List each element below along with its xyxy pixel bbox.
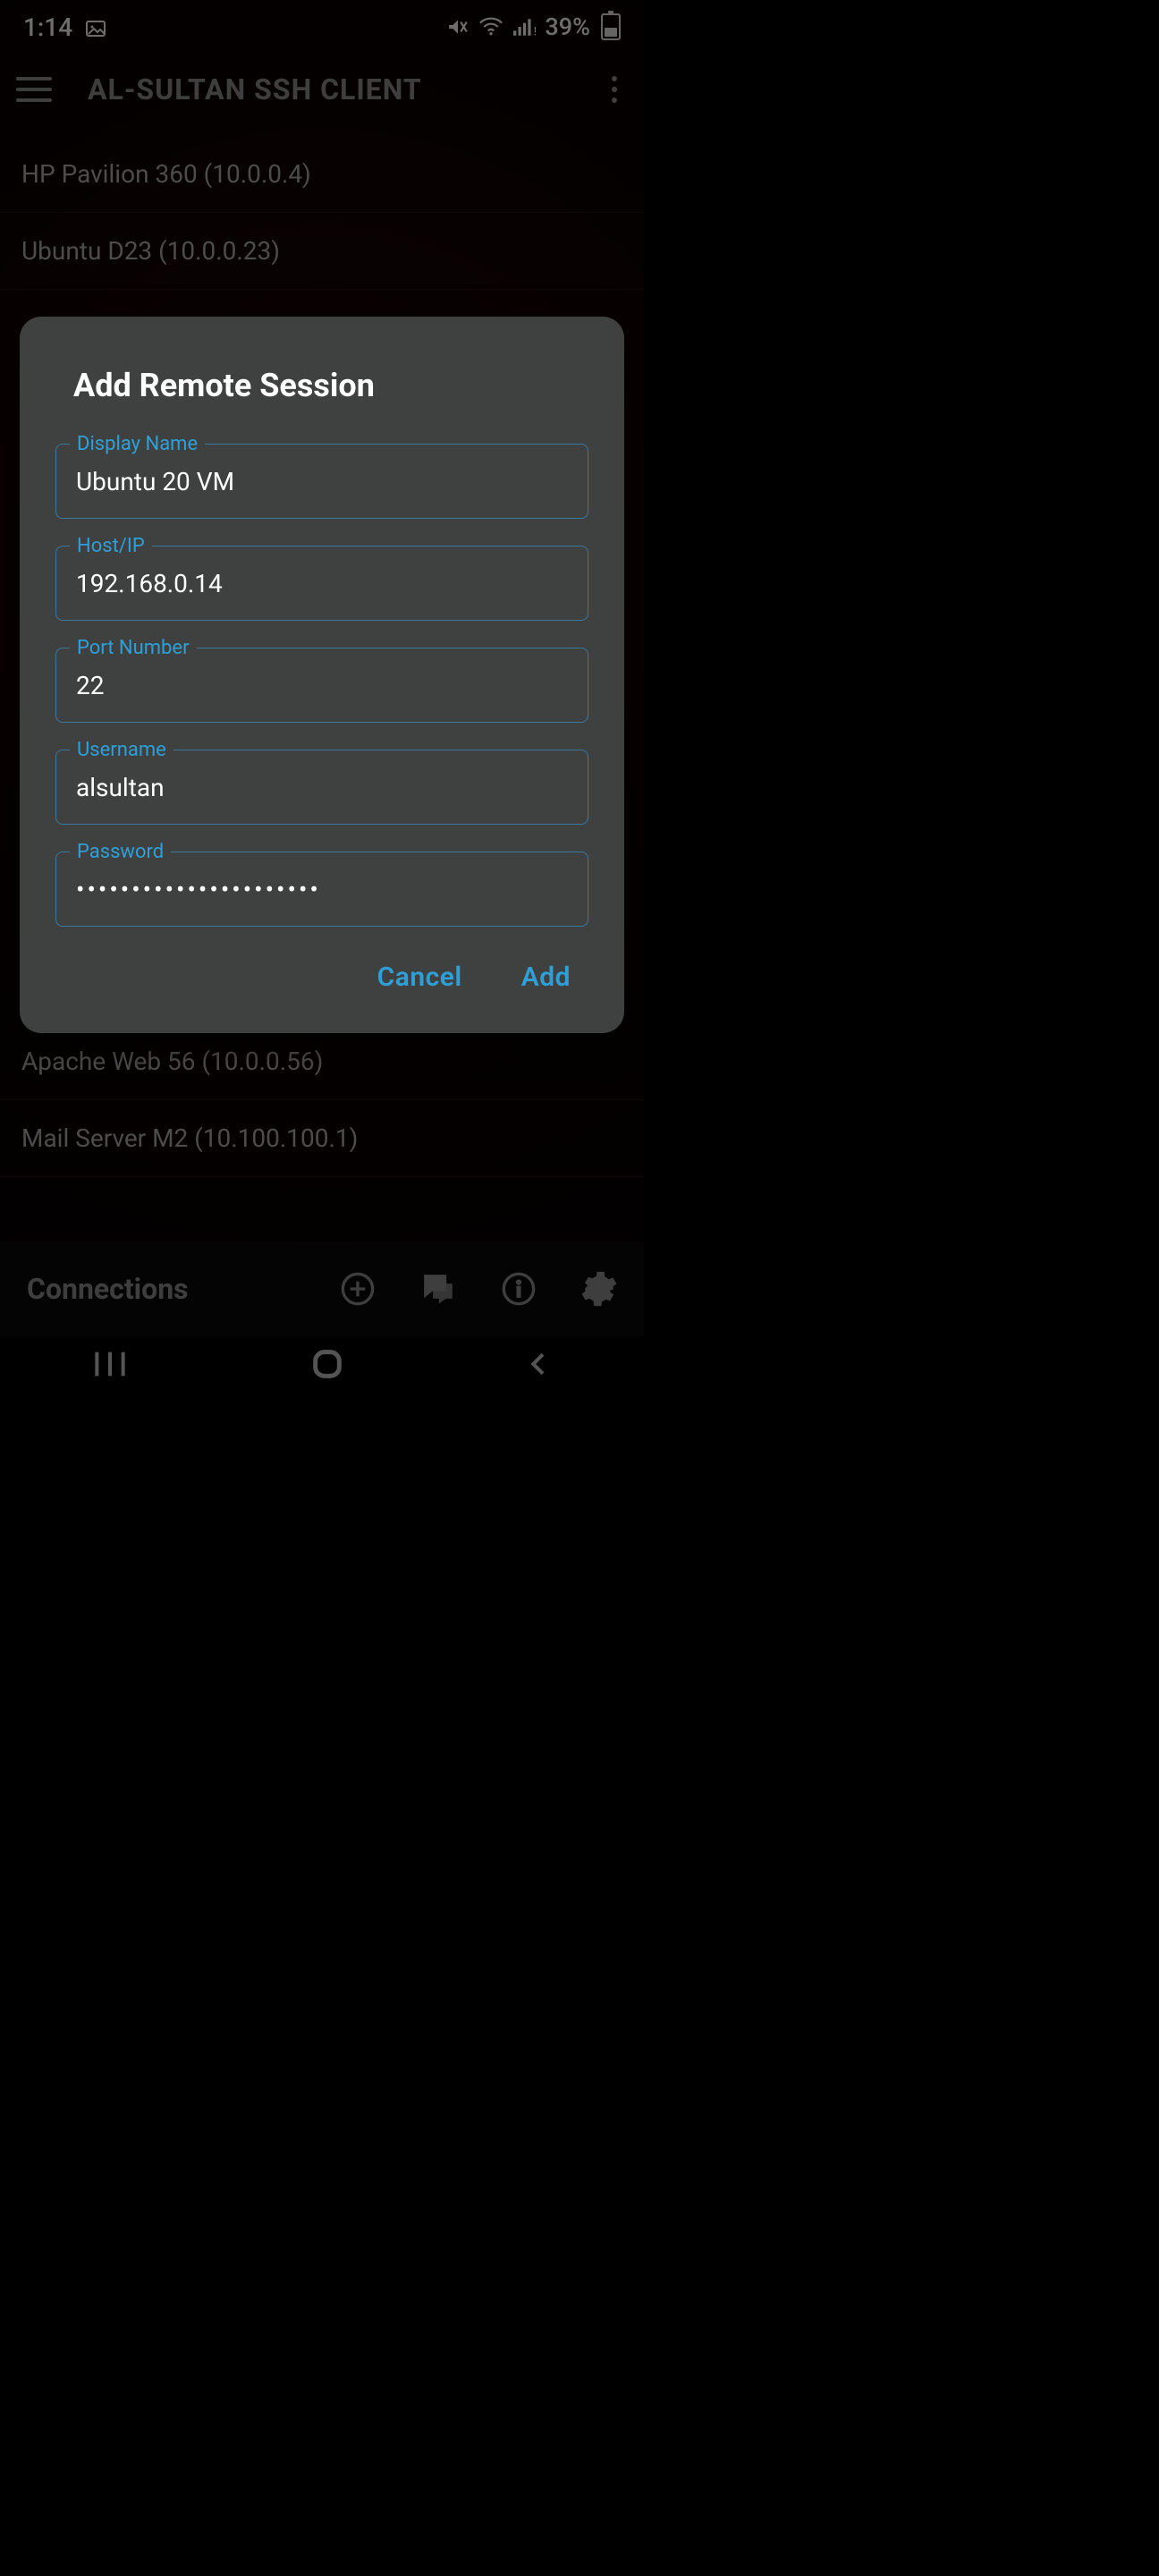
port-label: Port Number bbox=[70, 637, 197, 659]
dialog-title: Add Remote Session bbox=[73, 367, 588, 404]
username-label: Username bbox=[70, 739, 173, 761]
display-name-label: Display Name bbox=[70, 433, 205, 455]
add-session-dialog: Add Remote Session Display Name Host/IP … bbox=[20, 317, 624, 1033]
host-label: Host/IP bbox=[70, 535, 152, 557]
cancel-button[interactable]: Cancel bbox=[372, 961, 468, 994]
host-field: Host/IP bbox=[55, 546, 588, 621]
display-name-field: Display Name bbox=[55, 444, 588, 519]
port-field: Port Number bbox=[55, 648, 588, 723]
username-field: Username bbox=[55, 750, 588, 825]
add-button[interactable]: Add bbox=[516, 961, 576, 994]
password-field: Password bbox=[55, 852, 588, 927]
password-label: Password bbox=[70, 841, 171, 863]
